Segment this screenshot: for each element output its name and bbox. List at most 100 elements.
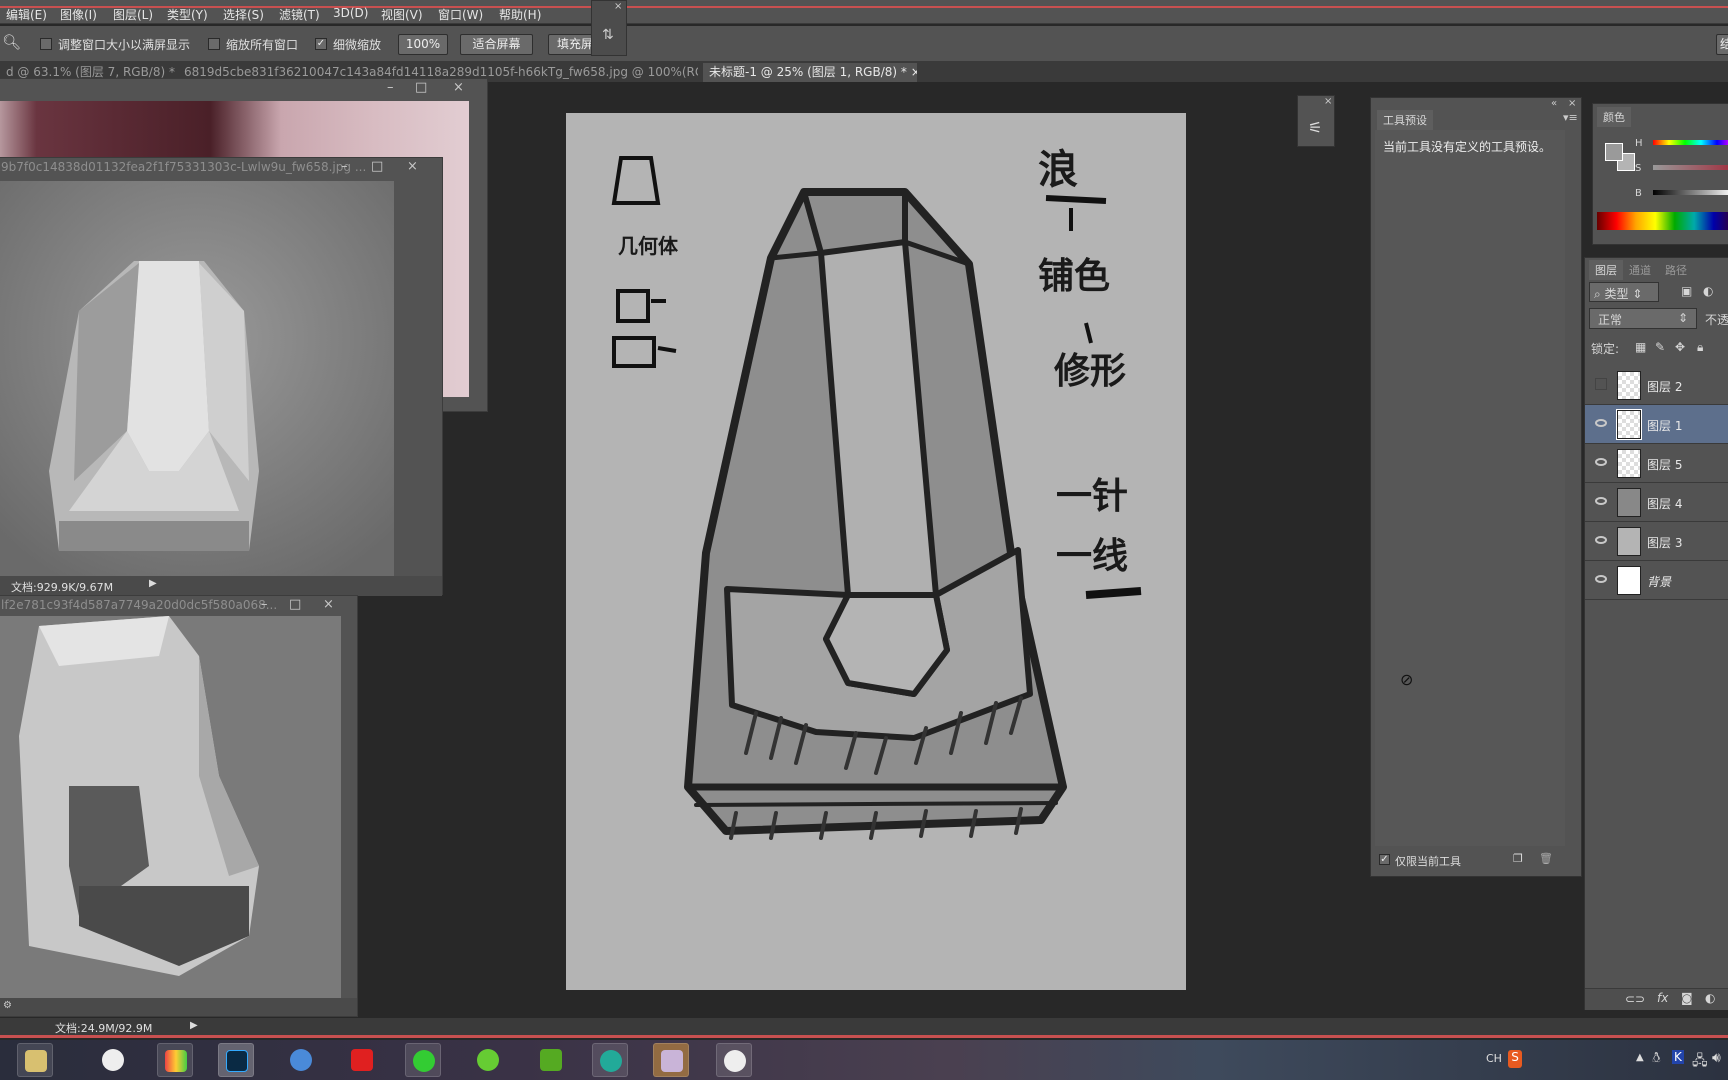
canvas[interactable]: 几何体 浪 铺色 修形 一针 一线 [566, 113, 1186, 990]
options-bar: 🔍︎ 调整窗口大小以满屏显示 缩放所有窗口 ✓ 细微缩放 100% 适合屏幕 填… [0, 26, 1728, 62]
blend-mode-select[interactable]: 正常 ⇕ [1589, 308, 1697, 329]
app-tray-icon[interactable]: K [1672, 1050, 1684, 1064]
minimize-button[interactable]: – [341, 159, 348, 174]
actual-pixels-button[interactable]: 100% [398, 34, 448, 55]
qq-tray-icon[interactable]: 🐧︎ [1652, 1050, 1661, 1068]
document-size: 文档:929.9K/9.67M [11, 581, 114, 594]
tool-presets-panel: « × 工具预设 ▾≡ 当前工具没有定义的工具预设。 ✓ 仅限当前工具 ❐ 🗑︎ [1370, 97, 1582, 877]
eye-icon[interactable] [1595, 536, 1607, 544]
netease-music-icon[interactable] [344, 1043, 380, 1077]
layer-row-5[interactable]: 图层 5 [1585, 444, 1728, 483]
eye-icon[interactable] [1595, 458, 1607, 466]
eye-icon[interactable] [1595, 497, 1607, 505]
volume-icon[interactable]: 🔊︎ [1712, 1050, 1721, 1066]
menu-window[interactable]: 窗口(W) [438, 6, 483, 23]
current-tool-only-checkbox[interactable]: ✓ [1379, 854, 1390, 865]
foreground-color-swatch[interactable] [1605, 143, 1623, 161]
preset-list[interactable]: 当前工具没有定义的工具预设。 [1375, 130, 1565, 846]
fx-icon[interactable]: fx [1657, 991, 1668, 1005]
link-layers-icon[interactable]: ⊂⊃ [1625, 992, 1645, 1006]
layer-row-4[interactable]: 图层 4 [1585, 483, 1728, 522]
zoom-tool-icon[interactable]: 🔍︎ [2, 33, 21, 51]
close-icon[interactable]: × [1324, 96, 1332, 107]
resize-windows-checkbox[interactable] [40, 38, 52, 50]
visibility-toggle-off[interactable] [1595, 378, 1607, 390]
lock-all-icon[interactable]: 🔒︎ [1697, 340, 1703, 355]
browser-icon[interactable] [283, 1043, 319, 1077]
minimize-button[interactable]: – [261, 597, 268, 612]
close-button[interactable]: × [407, 159, 418, 174]
image-filter-icon[interactable]: ▣ [1681, 284, 1692, 298]
tray-expand-icon[interactable]: ▲ [1636, 1052, 1644, 1063]
menu-layer[interactable]: 图层(L) [113, 6, 153, 23]
photoshop-icon[interactable] [218, 1043, 254, 1077]
scrubby-zoom-checkbox[interactable]: ✓ [315, 38, 327, 50]
tab-color[interactable]: 颜色 [1597, 107, 1631, 127]
menu-image[interactable]: 图像(I) [60, 6, 97, 23]
history-icon[interactable]: ⇅ [602, 27, 614, 43]
lock-move-icon[interactable]: ✥ [1675, 340, 1685, 354]
menu-view[interactable]: 视图(V) [381, 6, 423, 23]
close-icon[interactable]: × [911, 65, 917, 79]
tab-paths[interactable]: 路径 [1665, 262, 1687, 278]
sogou-ime-icon[interactable]: S [1508, 1050, 1522, 1068]
menu-help[interactable]: 帮助(H) [499, 6, 541, 23]
menu-type[interactable]: 类型(Y) [167, 6, 208, 23]
wechat-icon[interactable] [405, 1043, 441, 1077]
filter-value: 类型 [1604, 287, 1629, 301]
close-icon[interactable]: × [614, 1, 622, 12]
file-explorer-icon[interactable] [17, 1043, 53, 1077]
tool-presets-icon[interactable]: ⚟ [1308, 118, 1322, 137]
right-options-button[interactable]: 结 [1716, 34, 1728, 55]
new-preset-icon[interactable]: ❐ [1513, 852, 1523, 865]
qq-panda-2-icon[interactable] [716, 1043, 752, 1077]
blend-mode-value: 正常 [1598, 313, 1623, 327]
status-menu-arrow-icon[interactable]: ▶ [149, 578, 157, 589]
menu-select[interactable]: 选择(S) [223, 6, 264, 23]
menu-filter[interactable]: 滤镜(T) [279, 6, 320, 23]
photo-app-icon[interactable] [653, 1043, 689, 1077]
maximize-button[interactable]: □ [371, 159, 383, 174]
download-icon[interactable] [592, 1043, 628, 1077]
collapse-icon[interactable]: « [1551, 98, 1557, 109]
eye-icon[interactable] [1595, 419, 1607, 427]
input-language[interactable]: CH [1486, 1052, 1502, 1065]
layer-row-background[interactable]: 背景 [1585, 561, 1728, 600]
hue-slider[interactable] [1653, 140, 1728, 145]
qq-panda-icon[interactable] [95, 1043, 131, 1077]
image-viewer-icon[interactable] [157, 1043, 193, 1077]
color-spectrum[interactable] [1597, 212, 1728, 230]
zoom-all-checkbox[interactable] [208, 38, 220, 50]
fit-screen-button[interactable]: 适合屏幕 [460, 34, 533, 55]
panel-menu-icon[interactable]: ▾≡ [1563, 111, 1578, 124]
ie-browser-icon[interactable] [470, 1043, 506, 1077]
camtasia-icon[interactable] [533, 1043, 569, 1077]
adjustment-layer-icon[interactable]: ◐ [1705, 991, 1715, 1005]
tab-layers[interactable]: 图层 [1589, 260, 1623, 280]
close-button[interactable]: × [323, 597, 334, 612]
layer-row-1[interactable]: 图层 1 [1585, 405, 1728, 444]
layer-row-3[interactable]: 图层 3 [1585, 522, 1728, 561]
menu-3d[interactable]: 3D(D) [333, 6, 368, 20]
minimize-button[interactable]: – [387, 80, 394, 95]
maximize-button[interactable]: □ [415, 80, 427, 95]
layer-filter-select[interactable]: ⌕ 类型 ⇕ [1589, 282, 1659, 302]
network-icon[interactable]: 🖧︎ [1692, 1050, 1708, 1074]
tab-document-active[interactable]: 未标题-1 @ 25% (图层 1, RGB/8) * × [703, 63, 917, 82]
brightness-slider[interactable] [1653, 190, 1728, 195]
tab-channels[interactable]: 通道 [1629, 262, 1651, 278]
close-button[interactable]: × [453, 80, 464, 95]
saturation-slider[interactable] [1653, 165, 1728, 170]
lock-brush-icon[interactable]: ✎ [1655, 340, 1665, 354]
close-icon[interactable]: × [1568, 98, 1576, 109]
eye-icon[interactable] [1595, 575, 1607, 583]
menu-edit[interactable]: 编辑(E) [6, 6, 47, 23]
lock-transparent-icon[interactable]: ▦ [1635, 340, 1646, 354]
layer-row-2[interactable]: 图层 2 [1585, 366, 1728, 405]
tab-tool-presets[interactable]: 工具预设 [1377, 110, 1433, 130]
trash-icon[interactable]: 🗑︎ [1539, 852, 1553, 865]
maximize-button[interactable]: □ [289, 597, 301, 612]
mask-icon[interactable]: ◙ [1681, 991, 1693, 1005]
status-menu-arrow-icon[interactable]: ▶ [190, 1020, 198, 1031]
adjustment-filter-icon[interactable]: ◐ [1703, 284, 1713, 298]
